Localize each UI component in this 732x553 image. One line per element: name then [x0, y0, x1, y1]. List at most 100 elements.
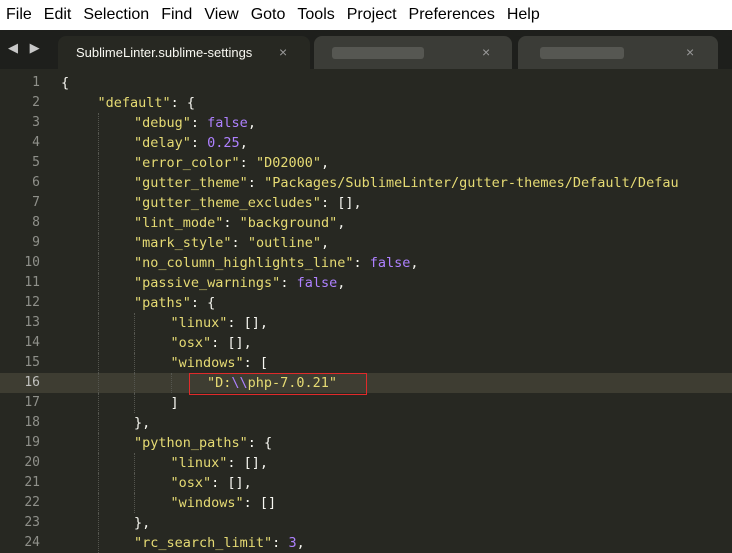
- punctuation-token: : [],: [211, 335, 252, 351]
- code-line[interactable]: 24 "rc_search_limit": 3,: [0, 533, 732, 553]
- punctuation-token: :: [353, 255, 370, 271]
- code-line[interactable]: 1{: [0, 73, 732, 93]
- code-editor[interactable]: 1{ 2 "default": {3 "debug": false, 4 "delay":…: [0, 69, 732, 553]
- line-number: 23: [24, 515, 40, 530]
- menu-help[interactable]: Help: [501, 0, 546, 30]
- punctuation-token: :: [239, 155, 256, 171]
- indent-guide: [97, 313, 99, 333]
- menu-selection[interactable]: Selection: [77, 0, 155, 30]
- punctuation-token: ,: [410, 255, 419, 271]
- string-token: "rc_search_limit": [134, 535, 273, 551]
- indent-guide: [97, 113, 99, 133]
- tab-close-icon[interactable]: ×: [482, 44, 490, 60]
- line-number: 21: [24, 475, 40, 490]
- line-number: 12: [24, 295, 40, 310]
- line-number: 2: [32, 95, 40, 110]
- code-text: "linux": [],: [171, 453, 269, 473]
- code-line[interactable]: 5 "error_color": "D02000",: [0, 153, 732, 173]
- code-line[interactable]: 11 "passive_warnings": false,: [0, 273, 732, 293]
- code-text: "python_paths": {: [134, 433, 272, 453]
- punctuation-token: ,: [247, 115, 256, 131]
- indent-guide: [97, 253, 99, 273]
- code-line[interactable]: 22 "windows": []: [0, 493, 732, 513]
- menu-project[interactable]: Project: [341, 0, 403, 30]
- punctuation-token: : [],: [227, 455, 269, 471]
- code-line[interactable]: 19 "python_paths": {: [0, 433, 732, 453]
- code-line[interactable]: 20 "linux": [],: [0, 453, 732, 473]
- menu-view[interactable]: View: [198, 0, 244, 30]
- punctuation-token: :: [247, 175, 265, 191]
- indent-guide: [134, 473, 135, 493]
- code-line[interactable]: 18},: [0, 413, 732, 433]
- code-line[interactable]: 14 "osx": [],: [0, 333, 732, 353]
- menu-find[interactable]: Find: [155, 0, 198, 30]
- code-text: "debug": false,: [134, 113, 256, 133]
- line-number: 13: [24, 315, 40, 330]
- code-line[interactable]: 21 "osx": [],: [0, 473, 732, 493]
- code-line[interactable]: 2 "default": {: [0, 93, 732, 113]
- code-line[interactable]: 7 "gutter_theme_excludes": [],: [0, 193, 732, 213]
- code-text: "no_column_highlights_line": false,: [134, 253, 419, 273]
- menu-file[interactable]: File: [0, 0, 38, 30]
- code-line[interactable]: 6 "gutter_theme": "Packages/SublimeLinter…: [0, 173, 732, 193]
- string-token: "debug": [134, 115, 191, 131]
- code-text: "gutter_theme": "Packages/SublimeLinter/…: [134, 173, 679, 193]
- punctuation-token: ]: [170, 395, 179, 411]
- menu-tools[interactable]: Tools: [291, 0, 340, 30]
- tab-sublimelinter-settings[interactable]: SublimeLinter.sublime-settings ×: [58, 36, 310, 69]
- indent-guide: [97, 173, 99, 193]
- punctuation-token: ,: [239, 135, 248, 151]
- string-token: "Packages/SublimeLinter/gutter-themes/De…: [264, 175, 679, 191]
- code-line[interactable]: 10 "no_column_highlights_line": false,: [0, 253, 732, 273]
- code-text: },: [134, 513, 150, 533]
- code-line[interactable]: 17]: [0, 393, 732, 413]
- code-line[interactable]: 8 "lint_mode": "background",: [0, 213, 732, 233]
- line-number: 19: [24, 435, 40, 450]
- highlight-annotation-box: [189, 373, 367, 395]
- tab-hidden-2[interactable]: ×: [518, 36, 718, 69]
- punctuation-token: :: [231, 235, 248, 251]
- indent-guide: [97, 333, 99, 353]
- indent-guide: [97, 273, 99, 293]
- tab-close-icon[interactable]: ×: [279, 44, 287, 60]
- literal-token: 0.25: [207, 135, 240, 151]
- code-text: ]: [171, 393, 179, 413]
- string-token: "passive_warnings": [134, 275, 281, 291]
- indent-guide: [134, 333, 135, 353]
- tab-close-icon[interactable]: ×: [686, 44, 694, 60]
- menu-preferences[interactable]: Preferences: [403, 0, 501, 30]
- code-line[interactable]: 13 "linux": [],: [0, 313, 732, 333]
- code-line[interactable]: 3 "debug": false,: [0, 113, 732, 133]
- code-text: "osx": [],: [171, 473, 252, 493]
- line-number: 6: [32, 175, 40, 190]
- tab-hidden-1[interactable]: ×: [314, 36, 512, 69]
- punctuation-token: ,: [337, 215, 346, 231]
- indent-guide: [170, 373, 172, 393]
- string-token: "linux": [170, 315, 228, 331]
- code-line[interactable]: 15 "windows": [: [0, 353, 732, 373]
- indent-guide: [97, 213, 99, 233]
- indent-guide: [134, 353, 135, 373]
- punctuation-token: : {: [247, 435, 273, 451]
- menu-bar: File Edit Selection Find View Goto Tools Projec…: [0, 0, 732, 30]
- indent-guide: [97, 433, 99, 453]
- punctuation-token: ,: [320, 235, 330, 251]
- line-number: 18: [24, 415, 40, 430]
- string-token: "gutter_theme_excludes": [134, 195, 321, 211]
- code-line[interactable]: 4 "delay": 0.25,: [0, 133, 732, 153]
- code-text: "default": {: [98, 93, 196, 113]
- menu-edit[interactable]: Edit: [38, 0, 78, 30]
- code-line[interactable]: 23},: [0, 513, 732, 533]
- code-line[interactable]: 12 "paths": {: [0, 293, 732, 313]
- code-line[interactable]: 9 "mark_style": "outline",: [0, 233, 732, 253]
- code-text: "gutter_theme_excludes": [],: [134, 193, 362, 213]
- code-text: "lint_mode": "background",: [134, 213, 345, 233]
- code-text: "paths": {: [134, 293, 215, 313]
- menu-goto[interactable]: Goto: [245, 0, 292, 30]
- indent-guide: [97, 353, 99, 373]
- tab-nav-arrows-icon[interactable]: ◀ ▶: [8, 40, 44, 56]
- indent-guide: [97, 233, 99, 253]
- code-text: "linux": [],: [171, 313, 269, 333]
- tab-bar: ◀ ▶ SublimeLinter.sublime-settings × × ×: [0, 30, 732, 69]
- indent-guide: [134, 453, 135, 473]
